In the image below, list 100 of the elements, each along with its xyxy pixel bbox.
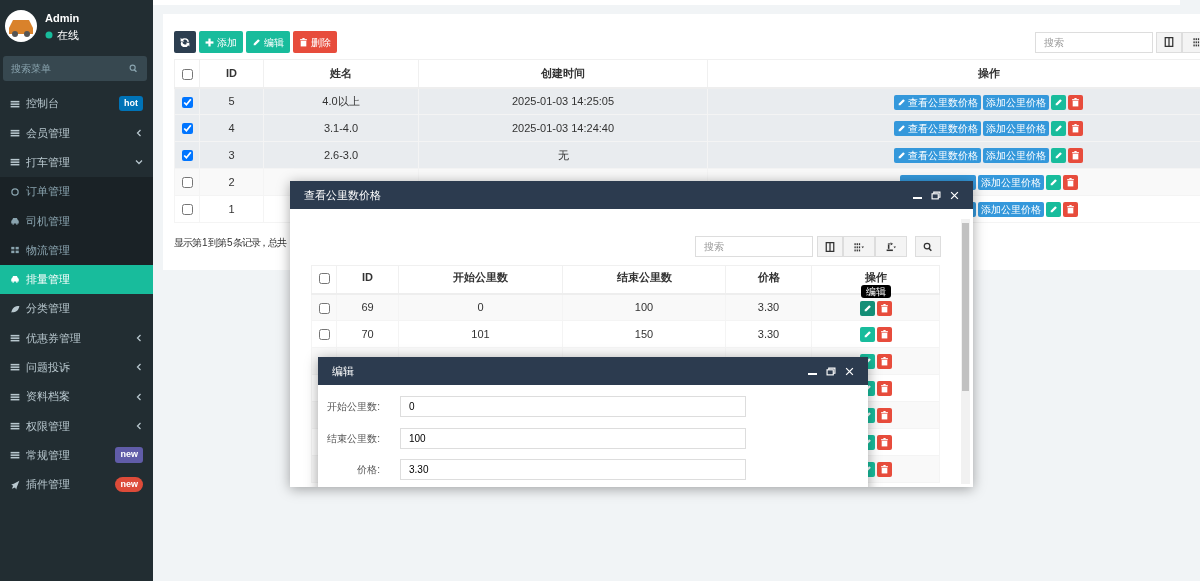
select-all-checkbox[interactable] — [318, 272, 330, 284]
edit-button[interactable] — [1051, 148, 1066, 164]
sidebar-item[interactable]: 分类管理 — [0, 294, 153, 324]
sidebar-item[interactable]: 问题投诉 — [0, 352, 153, 382]
row-checkbox[interactable] — [181, 150, 193, 162]
row-checkbox[interactable] — [181, 123, 193, 135]
field-label: 结束公里数: — [326, 431, 381, 446]
columns-icon — [1164, 37, 1174, 47]
delete-button[interactable] — [876, 300, 892, 316]
list-icon — [10, 127, 20, 138]
trash-icon — [879, 411, 889, 421]
pencil-icon — [1054, 151, 1063, 161]
dialog-title: 编辑 — [332, 363, 355, 379]
sidebar-item[interactable]: 常规管理 new — [0, 440, 153, 470]
column-header: ID — [362, 271, 373, 283]
restore-icon — [826, 366, 836, 376]
sidebar-item[interactable]: 资料档案 — [0, 381, 153, 412]
column-header: 价格 — [757, 271, 780, 283]
edit-button[interactable] — [859, 300, 875, 316]
search-field[interactable]: 搜索 — [1035, 31, 1153, 53]
trash-icon — [879, 303, 889, 313]
row-checkbox[interactable] — [181, 96, 193, 108]
table-cell: 150 — [634, 327, 654, 340]
pencil-icon — [252, 37, 261, 47]
export-button[interactable] — [875, 236, 907, 257]
table-cell: 5 — [228, 95, 235, 107]
select-all-checkbox[interactable] — [181, 68, 193, 80]
pencil-icon — [897, 124, 906, 134]
delete-button[interactable] — [876, 327, 892, 343]
delete-button[interactable] — [876, 354, 892, 370]
edit-button[interactable] — [859, 327, 875, 343]
delete-button[interactable] — [1062, 202, 1078, 218]
edit-button[interactable] — [1045, 202, 1061, 218]
status-dot-icon — [45, 30, 53, 39]
refresh-button[interactable] — [174, 31, 196, 53]
row-checkbox[interactable] — [181, 177, 193, 189]
edit-button[interactable] — [1051, 121, 1066, 137]
delete-button[interactable] — [876, 381, 892, 397]
list-icon — [10, 98, 20, 109]
pencil-icon — [897, 151, 906, 161]
input-field[interactable]: 0 — [400, 396, 746, 417]
delete-button[interactable] — [1062, 175, 1078, 191]
close-icon — [845, 366, 854, 376]
user-status: 在线 — [57, 27, 79, 43]
column-header: ID — [226, 67, 237, 79]
table-cell: 无 — [557, 148, 569, 161]
sidebar-item[interactable]: 权限管理 — [0, 411, 153, 441]
row-checkbox[interactable] — [318, 302, 330, 314]
table-cell: 101 — [471, 327, 490, 340]
tooltip: 编辑 — [860, 284, 891, 298]
delete-button[interactable] — [1068, 94, 1083, 110]
grid-dropdown-icon — [851, 241, 867, 252]
pencil-icon — [862, 303, 872, 313]
search-field[interactable]: 搜索 — [695, 236, 813, 257]
trash-icon — [1071, 97, 1080, 107]
list-icon — [10, 391, 20, 402]
sidebar-item[interactable]: 打车管理 — [0, 147, 153, 177]
sidebar-item[interactable]: 司机管理 — [0, 206, 153, 236]
sidebar-item[interactable]: 物流管理 — [0, 235, 153, 265]
trash-icon — [1071, 151, 1080, 161]
trash-icon — [1071, 124, 1080, 134]
delete-button[interactable] — [1068, 121, 1083, 137]
delete-button[interactable] — [876, 435, 892, 451]
columns-button[interactable] — [817, 236, 843, 257]
trash-icon — [879, 330, 889, 340]
input-field[interactable]: 100 — [400, 427, 746, 449]
trash-icon — [879, 438, 889, 448]
table-cell: 2 — [228, 175, 235, 188]
sidebar-item[interactable]: 优惠券管理 — [0, 323, 153, 353]
row-checkbox[interactable] — [181, 204, 193, 216]
list-icon — [10, 450, 20, 461]
row-checkbox[interactable] — [318, 329, 330, 341]
sidebar-item[interactable]: 会员管理 — [0, 118, 153, 148]
sidebar-item[interactable]: 插件管理 new — [0, 469, 153, 500]
scrollbar[interactable] — [961, 219, 970, 484]
table-cell: 2025-01-03 14:24:40 — [511, 121, 615, 134]
delete-button[interactable] — [876, 408, 892, 424]
menu-badge: new — [115, 447, 143, 463]
menu-search-field[interactable]: 搜索菜单 — [3, 56, 147, 81]
input-field[interactable]: 3.30 — [400, 459, 746, 480]
pagination-info: 显示第 1 到第 5 条记录，总共 — [174, 236, 286, 250]
delete-button[interactable] — [1068, 148, 1083, 164]
field-label: 价格: — [356, 463, 381, 477]
columns-button[interactable] — [1156, 31, 1182, 53]
table-cell: 2025-01-03 14:25:05 — [511, 95, 615, 107]
sidebar-item[interactable]: 订单管理 — [0, 176, 153, 207]
sidebar-item[interactable]: 控制台 hot — [0, 89, 153, 119]
search-button[interactable] — [915, 236, 941, 257]
table-cell: 3.30 — [757, 301, 780, 313]
edit-button[interactable] — [1045, 175, 1061, 191]
pencil-icon — [1054, 97, 1063, 107]
edit-button[interactable] — [1051, 94, 1066, 110]
table-cell: 69 — [361, 301, 374, 313]
columns-icon — [825, 241, 835, 252]
delete-button[interactable] — [876, 462, 892, 478]
table-cell: 4.0以上 — [322, 95, 360, 107]
pencil-icon — [897, 97, 906, 107]
field-label: 开始公里数: — [326, 400, 381, 414]
delete-button[interactable]: 删除 — [293, 31, 337, 53]
trash-icon — [879, 465, 889, 475]
